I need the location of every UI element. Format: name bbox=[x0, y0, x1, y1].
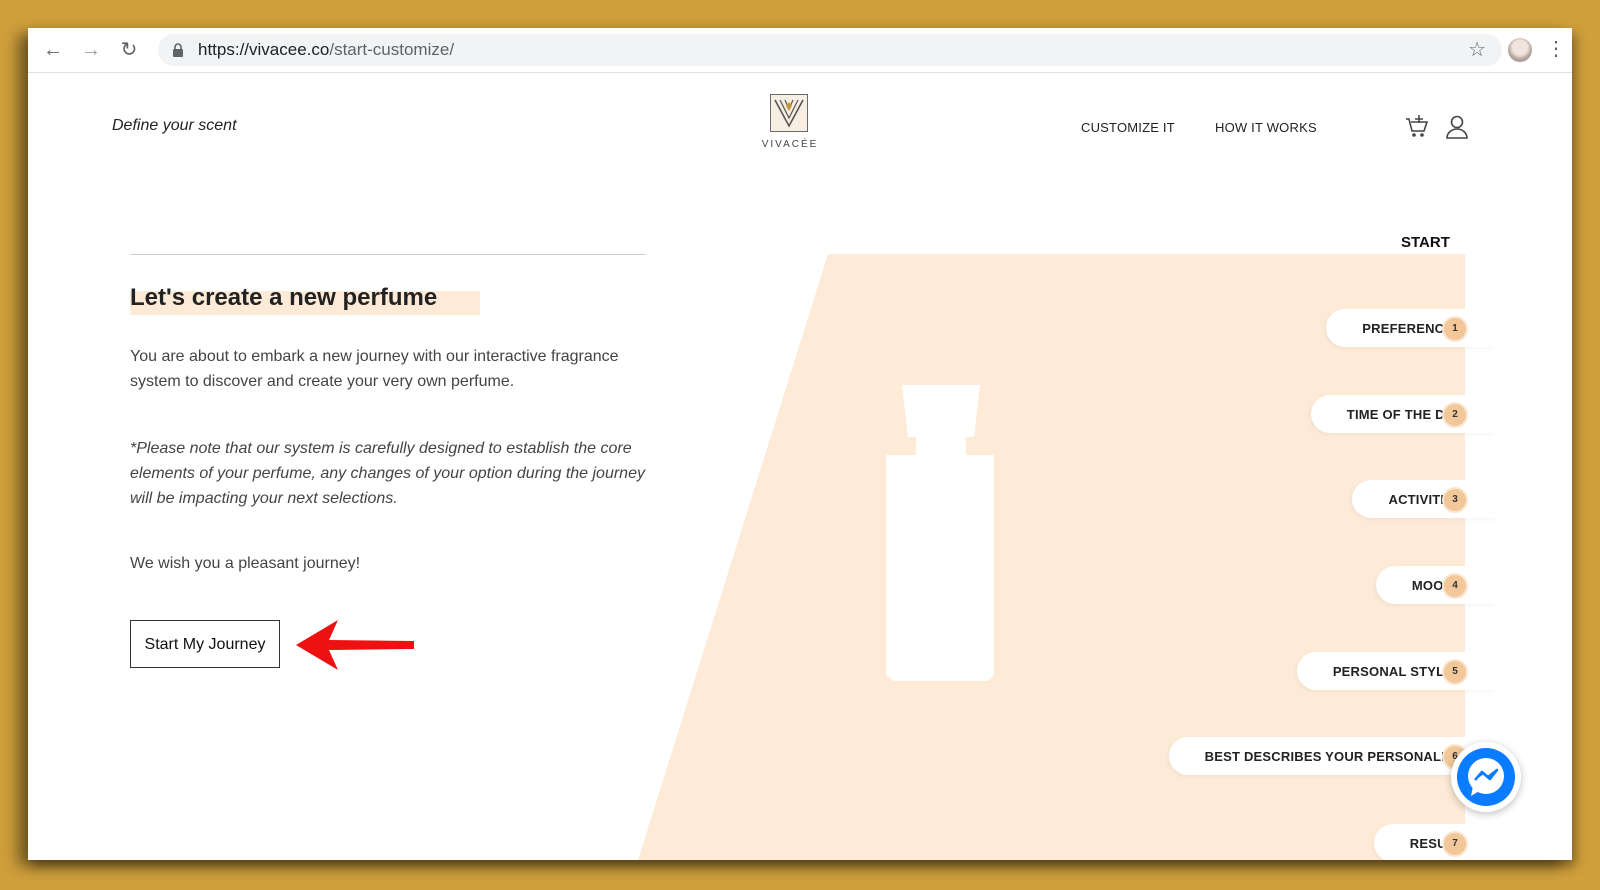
step-activities[interactable]: ACTIVITIES bbox=[1352, 480, 1496, 518]
step-number-badge: 2 bbox=[1442, 402, 1468, 428]
step-number-badge: 7 bbox=[1442, 831, 1468, 857]
step-number-badge: 1 bbox=[1442, 316, 1468, 342]
step-number-badge: 4 bbox=[1442, 573, 1468, 599]
step-label: BEST DESCRIBES YOUR PERSONALITY bbox=[1204, 748, 1462, 764]
step-number-badge: 3 bbox=[1442, 487, 1468, 513]
intro-paragraph: You are about to embark a new journey wi… bbox=[130, 348, 619, 390]
step-time-of-the-day[interactable]: TIME OF THE DAY bbox=[1310, 395, 1496, 433]
step-number-badge: 5 bbox=[1442, 659, 1468, 685]
start-journey-button[interactable]: Start My Journey bbox=[130, 620, 280, 668]
browser-window: ← → ↻ https://vivacee.co/start-customize… bbox=[28, 28, 1572, 860]
steps-start-label: START bbox=[1401, 234, 1450, 251]
step-result[interactable]: RESULT bbox=[1373, 824, 1496, 860]
intro-wish: We wish you a pleasant journey! bbox=[130, 555, 361, 572]
step-preferences[interactable]: PREFERENCES bbox=[1326, 309, 1496, 347]
perfume-bottle-silhouette bbox=[886, 385, 994, 681]
divider bbox=[130, 254, 646, 255]
intro-note: *Please note that our system is carefull… bbox=[130, 440, 645, 507]
messenger-icon bbox=[1457, 748, 1515, 806]
annotation-arrow-icon bbox=[296, 620, 414, 670]
messenger-chat-button[interactable] bbox=[1451, 742, 1521, 812]
page-title-text: Let's create a new perfume bbox=[130, 284, 438, 311]
page-title: Let's create a new perfume bbox=[130, 284, 480, 315]
step-moods[interactable]: MOODS bbox=[1375, 566, 1496, 604]
